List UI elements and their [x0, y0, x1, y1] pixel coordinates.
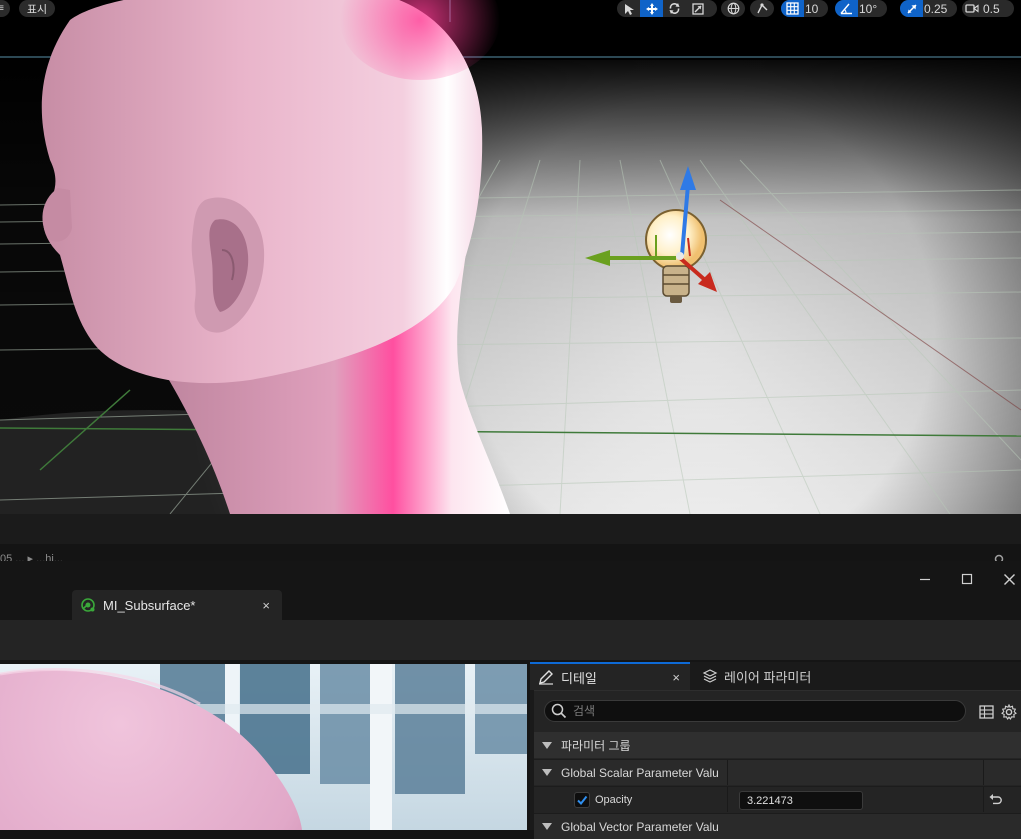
editor-title-bar: MI_Subsurface* × — [0, 561, 1021, 620]
material-instance-editor: MI_Subsurface* × 디테일 × 레이어 파라미터 검색 파라미터 … — [0, 561, 1021, 839]
column-divider — [983, 760, 984, 785]
opacity-label: Opacity — [595, 793, 633, 806]
hamburger-icon: ≡ — [0, 3, 4, 14]
minimize-button[interactable] — [910, 569, 940, 589]
document-tab-close-icon[interactable]: × — [262, 598, 270, 613]
expand-arrow-icon — [542, 741, 552, 749]
level-viewport[interactable]: ≡ 표시 10 10° 0.25 0.5 — [0, 0, 1021, 514]
scale-snap-icon[interactable] — [900, 0, 923, 17]
minimize-icon — [920, 578, 930, 581]
parameter-group-header[interactable]: 파라미터 그룹 — [534, 732, 1021, 758]
scale-snap-group[interactable]: 0.25 — [900, 0, 957, 17]
column-divider — [727, 787, 728, 812]
rotation-snap-icon[interactable] — [835, 0, 858, 17]
surface-snap-toggle[interactable] — [750, 0, 774, 17]
document-tab-label: MI_Subsurface* — [103, 597, 196, 613]
tab-details-close-icon[interactable]: × — [672, 670, 680, 685]
maximize-icon — [961, 573, 973, 585]
opacity-value-field[interactable]: 3.221473 — [739, 791, 863, 810]
grid-snap-icon[interactable] — [781, 0, 804, 17]
layers-icon — [702, 669, 718, 683]
opacity-parameter-row: Opacity 3.221473 — [534, 786, 1021, 812]
rotate-tool-icon[interactable] — [663, 0, 686, 17]
details-body: 파라미터 그룹 Global Scalar Parameter Valu Opa… — [534, 690, 1021, 839]
viewport-footer — [0, 514, 1021, 544]
material-instance-icon — [81, 598, 95, 612]
global-scalar-group-header[interactable]: Global Scalar Parameter Valu — [534, 759, 1021, 785]
checkmark-icon — [577, 795, 588, 805]
settings-gear-icon[interactable] — [993, 552, 1005, 561]
tab-layer-parameters-label: 레이어 파라미터 — [724, 669, 812, 685]
pencil-icon — [539, 670, 553, 685]
scale-snap-value[interactable]: 0.25 — [923, 2, 952, 16]
global-vector-group-header[interactable]: Global Vector Parameter Valu — [534, 813, 1021, 839]
scale-tool-icon[interactable] — [686, 0, 709, 17]
grid-snap-value[interactable]: 10 — [804, 2, 823, 16]
table-view-icon[interactable] — [977, 703, 995, 721]
parameter-group-label: 파라미터 그룹 — [561, 738, 631, 753]
material-preview-viewport[interactable] — [0, 664, 527, 830]
maximize-button[interactable] — [952, 569, 982, 589]
status-strip-text: 05 ... ▸ ...hi... — [0, 553, 63, 561]
tab-details[interactable]: 디테일 × — [530, 662, 690, 690]
transform-tools-group — [617, 0, 717, 17]
select-tool-icon[interactable] — [617, 0, 640, 17]
tab-details-label: 디테일 — [561, 670, 597, 686]
show-menu-button[interactable]: 표시 — [19, 0, 55, 17]
expand-arrow-icon — [542, 769, 552, 776]
viewport-scene — [0, 0, 1021, 514]
camera-speed-group[interactable]: 0.5 — [962, 0, 1014, 17]
details-search-box[interactable] — [544, 700, 966, 722]
column-divider — [983, 787, 984, 812]
close-window-button[interactable] — [994, 569, 1021, 589]
globe-icon — [727, 2, 739, 15]
tab-layer-parameters[interactable]: 레이어 파라미터 — [696, 662, 811, 690]
close-icon — [1003, 573, 1015, 585]
opacity-override-checkbox[interactable] — [574, 791, 590, 808]
translate-tool-icon[interactable] — [640, 0, 663, 17]
details-search-input[interactable] — [573, 704, 953, 718]
search-icon — [551, 703, 567, 719]
column-divider — [727, 760, 728, 785]
world-local-toggle[interactable] — [721, 0, 745, 17]
settings-gear-icon[interactable] — [1000, 703, 1018, 721]
surface-snap-icon — [756, 3, 767, 14]
camera-speed-value[interactable]: 0.5 — [982, 2, 1005, 16]
rotation-snap-value[interactable]: 10° — [858, 2, 882, 16]
global-scalar-group-label: Global Scalar Parameter Valu — [561, 765, 719, 780]
status-strip: 05 ... ▸ ...hi... — [0, 544, 1021, 561]
editor-toolbar — [0, 620, 1021, 660]
grid-snap-group[interactable]: 10 — [781, 0, 828, 17]
expand-arrow-icon — [542, 823, 552, 830]
camera-icon[interactable] — [962, 0, 982, 17]
reset-to-default-icon[interactable] — [988, 793, 1004, 809]
rotation-snap-group[interactable]: 10° — [835, 0, 887, 17]
global-vector-group-label: Global Vector Parameter Valu — [561, 819, 719, 834]
document-tab-mi-subsurface[interactable]: MI_Subsurface* × — [72, 590, 282, 620]
preview-scene — [0, 664, 527, 830]
details-panel: 디테일 × 레이어 파라미터 검색 파라미터 그룹 Global Scalar … — [530, 662, 1021, 839]
